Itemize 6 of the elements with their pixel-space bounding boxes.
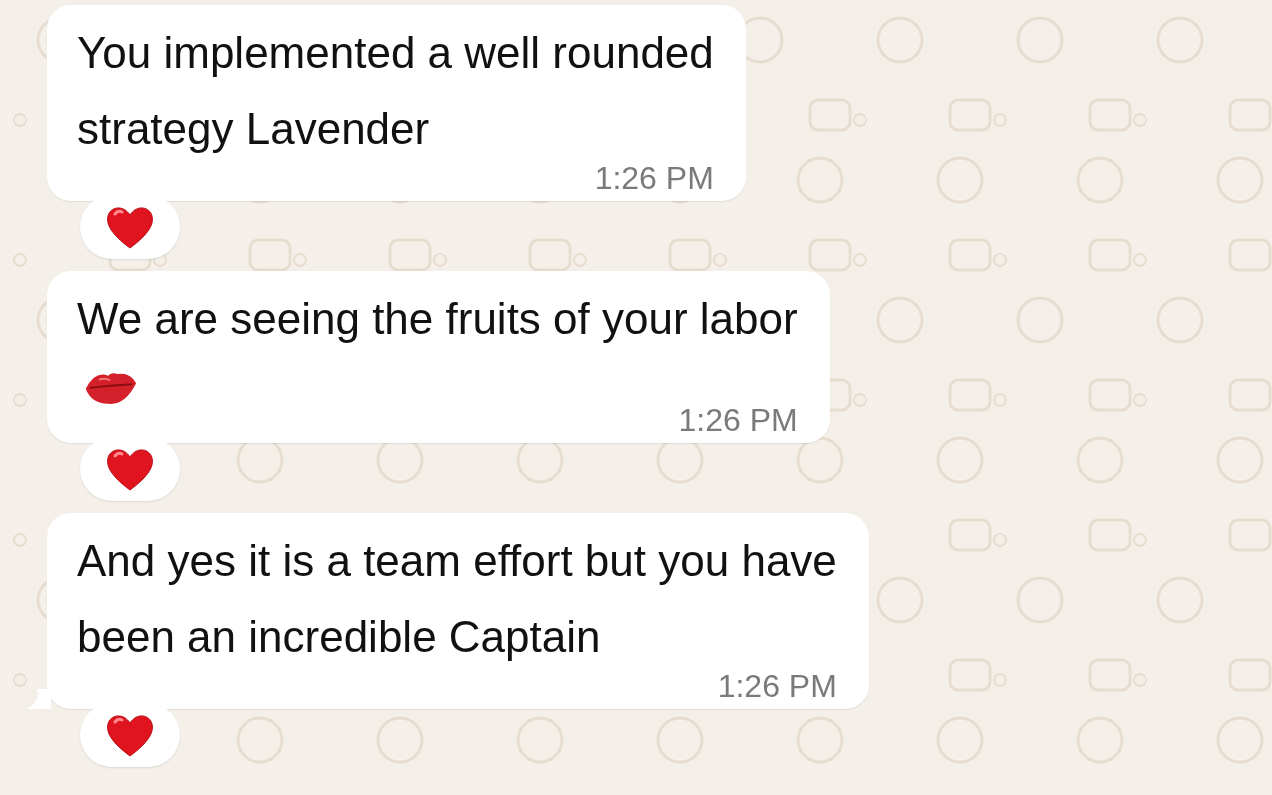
message-text: You implemented a well rounded strategy Lavender xyxy=(77,28,714,153)
message-text: And yes it is a team effort but you have been an incredible Captain xyxy=(77,536,837,661)
message-text: We are seeing the fruits of your labor xyxy=(77,294,798,343)
message-time: 1:26 PM xyxy=(594,160,714,197)
message-time: 1:26 PM xyxy=(717,668,837,705)
message-time: 1:26 PM xyxy=(678,402,798,439)
